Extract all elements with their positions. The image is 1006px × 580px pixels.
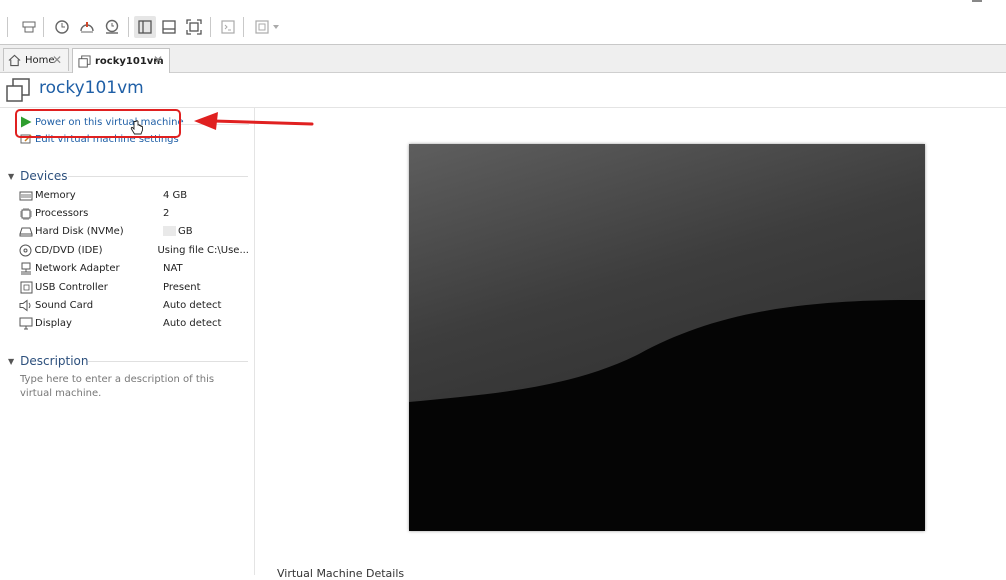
- toolbar-separator: [243, 17, 244, 37]
- memory-icon: [19, 189, 33, 203]
- description-title: Description: [20, 354, 89, 368]
- toolbar-separator: [210, 17, 211, 37]
- snapshot-manager-icon[interactable]: [101, 16, 123, 38]
- divider: [88, 361, 248, 362]
- page-title: rocky101vm: [39, 78, 144, 98]
- callout-highlight-box: [15, 109, 181, 138]
- vm-icon: [6, 78, 30, 105]
- device-row-network-adapter[interactable]: Network Adapter NAT: [19, 260, 249, 277]
- window-minimize-icon[interactable]: [972, 0, 982, 2]
- home-icon: [8, 54, 21, 66]
- processor-icon: [19, 207, 33, 221]
- snapshot-icon[interactable]: [51, 16, 73, 38]
- callout-arrow-icon: [194, 112, 314, 130]
- tab-rocky101vm[interactable]: rocky101vm ✕: [72, 48, 170, 73]
- console-view-icon[interactable]: [217, 16, 239, 38]
- collapse-triangle-icon: ▼: [8, 356, 15, 366]
- toolbar-separator: [7, 17, 8, 37]
- toolbar-separator: [43, 17, 44, 37]
- tab-bar: Home ✕ rocky101vm ✕: [0, 45, 1006, 73]
- device-row-cd-dvd[interactable]: CD/DVD (IDE) Using file C:\Use...: [19, 242, 249, 259]
- description-section-header[interactable]: ▼ Description: [8, 354, 89, 368]
- show-thumbnail-bar-icon[interactable]: [158, 16, 180, 38]
- devices-section-header[interactable]: ▼ Devices: [8, 169, 67, 183]
- usb-controller-icon: [19, 281, 33, 295]
- cd-dvd-icon: [19, 244, 32, 258]
- toolbar-separator: [128, 17, 129, 37]
- device-row-memory[interactable]: Memory 4 GB: [19, 187, 249, 204]
- divider: [0, 107, 1006, 108]
- close-icon[interactable]: ✕: [153, 53, 163, 67]
- vm-icon: [78, 54, 91, 68]
- network-adapter-icon: [19, 262, 33, 276]
- full-screen-icon[interactable]: [183, 16, 205, 38]
- send-ctrl-alt-del-icon[interactable]: [18, 16, 40, 38]
- devices-title: Devices: [20, 169, 68, 183]
- close-icon[interactable]: ✕: [52, 53, 62, 67]
- device-row-sound-card[interactable]: Sound Card Auto detect: [19, 297, 249, 314]
- toolbar: [0, 0, 1006, 45]
- hard-disk-icon: [19, 225, 33, 239]
- tab-home-label: Home: [25, 54, 55, 66]
- chevron-down-icon[interactable]: [270, 16, 282, 38]
- device-row-display[interactable]: Display Auto detect: [19, 315, 249, 332]
- sound-card-icon: [19, 299, 33, 313]
- vm-screen-preview[interactable]: [409, 144, 925, 531]
- collapse-triangle-icon: ▼: [8, 171, 15, 181]
- redacted-block: [163, 226, 176, 236]
- tab-home[interactable]: Home ✕: [3, 48, 69, 71]
- device-row-hard-disk[interactable]: Hard Disk (NVMe) GB: [19, 223, 249, 240]
- revert-snapshot-icon[interactable]: [76, 16, 98, 38]
- device-row-usb-controller[interactable]: USB Controller Present: [19, 279, 249, 296]
- description-input[interactable]: Type here to enter a description of this…: [20, 373, 240, 401]
- divider: [68, 176, 248, 177]
- vm-preview-graphic: [409, 144, 925, 531]
- show-library-icon[interactable]: [134, 16, 156, 38]
- divider: [254, 108, 255, 575]
- vm-details-heading: Virtual Machine Details: [277, 567, 405, 580]
- device-row-processors[interactable]: Processors 2: [19, 205, 249, 222]
- display-icon: [19, 317, 33, 331]
- hand-cursor-icon: [130, 120, 143, 135]
